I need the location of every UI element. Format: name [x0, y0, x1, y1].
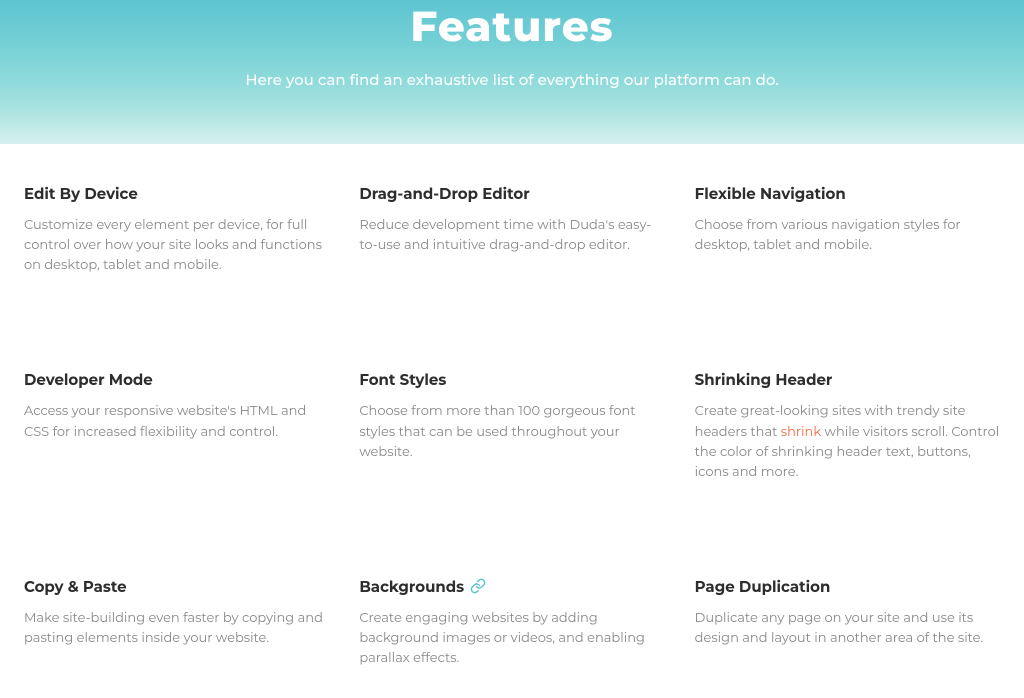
feature-description: Duplicate any page on your site and use … [695, 608, 1000, 648]
link-icon [470, 578, 486, 594]
feature-description: Create engaging websites by adding backg… [359, 608, 664, 668]
feature-flexible-navigation: Flexible Navigation Choose from various … [695, 184, 1000, 275]
page-subtitle: Here you can find an exhaustive list of … [20, 70, 1004, 89]
feature-copy-paste: Copy & Paste Make site-building even fas… [24, 577, 329, 668]
page-title: Features [20, 0, 1004, 52]
feature-title-text: Backgrounds [359, 577, 464, 596]
feature-drag-drop-editor: Drag-and-Drop Editor Reduce development … [359, 184, 664, 275]
feature-description: Choose from various navigation styles fo… [695, 215, 1000, 255]
feature-description: Choose from more than 100 gorgeous font … [359, 401, 664, 461]
features-grid: Edit By Device Customize every element p… [0, 144, 1024, 698]
hero-section: Features Here you can find an exhaustive… [0, 0, 1024, 144]
feature-title: Edit By Device [24, 184, 329, 203]
shrink-link[interactable]: shrink [781, 424, 821, 440]
feature-description: Customize every element per device, for … [24, 215, 329, 275]
feature-title: Copy & Paste [24, 577, 329, 596]
feature-description: Make site-building even faster by copyin… [24, 608, 329, 648]
feature-description: Access your responsive website's HTML an… [24, 401, 329, 441]
feature-title: Drag-and-Drop Editor [359, 184, 664, 203]
feature-page-duplication: Page Duplication Duplicate any page on y… [695, 577, 1000, 668]
feature-edit-by-device: Edit By Device Customize every element p… [24, 184, 329, 275]
feature-description: Create great-looking sites with trendy s… [695, 401, 1000, 482]
feature-shrinking-header: Shrinking Header Create great-looking si… [695, 370, 1000, 482]
feature-title: Font Styles [359, 370, 664, 389]
feature-backgrounds: Backgrounds Create engaging websites by … [359, 577, 664, 668]
feature-description: Reduce development time with Duda's easy… [359, 215, 664, 255]
feature-font-styles: Font Styles Choose from more than 100 go… [359, 370, 664, 482]
feature-title: Backgrounds [359, 577, 664, 596]
feature-developer-mode: Developer Mode Access your responsive we… [24, 370, 329, 482]
feature-title: Flexible Navigation [695, 184, 1000, 203]
feature-title: Shrinking Header [695, 370, 1000, 389]
feature-title: Page Duplication [695, 577, 1000, 596]
feature-title: Developer Mode [24, 370, 329, 389]
